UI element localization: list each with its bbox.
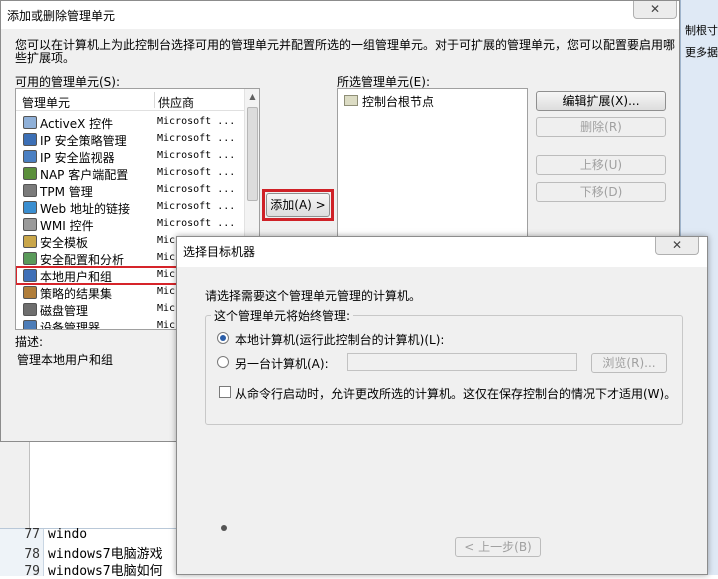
background-window-text: 更多据	[685, 46, 718, 59]
column-header-name[interactable]: 管理单元	[22, 94, 70, 111]
security-template-icon	[23, 235, 37, 248]
snapin-row[interactable]: ActiveX 控件 Microsoft ...	[16, 114, 244, 131]
activex-icon	[23, 116, 37, 129]
editor-line: 77 windo	[0, 527, 87, 544]
back-button[interactable]: < 上一步(B)	[455, 537, 541, 557]
move-up-button[interactable]: 上移(U)	[536, 155, 666, 175]
users-icon	[23, 269, 37, 282]
choose-target-machine-dialog: 选择目标机器 ✕ 请选择需要这个管理单元管理的计算机。 这个管理单元将始终管理:…	[176, 236, 708, 575]
background-editor: 77 windo 78 windows7电脑游戏 79 windows7电脑如何	[0, 527, 180, 579]
another-computer-label[interactable]: 另一台计算机(A):	[235, 355, 329, 372]
computer-name-input[interactable]	[347, 353, 577, 371]
snapin-vendor: Mic	[157, 303, 176, 314]
local-computer-label[interactable]: 本地计算机(运行此控制台的计算机)(L):	[235, 331, 444, 348]
close-button[interactable]: ✕	[655, 237, 699, 255]
browse-button[interactable]: 浏览(R)...	[591, 353, 667, 373]
remove-button[interactable]: 删除(R)	[536, 117, 666, 137]
scroll-up-icon[interactable]: ▲	[247, 92, 258, 102]
snapin-name: 磁盘管理	[40, 304, 89, 318]
console-root-icon	[344, 95, 358, 106]
allow-change-label[interactable]: 从命令行启动时，允许更改所选的计算机。这仅在保存控制台的情况下才适用(W)。	[235, 385, 676, 402]
dialog-prompt: 请选择需要这个管理单元管理的计算机。	[205, 289, 422, 303]
snapin-vendor: Microsoft ...	[157, 201, 236, 212]
description-label: 描述:	[15, 335, 44, 349]
snapin-row[interactable]: NAP 客户端配置 Microsoft ...	[16, 165, 244, 182]
snapin-row[interactable]: TPM 管理 Microsoft ...	[16, 182, 244, 199]
snapin-row[interactable]: IP 安全监视器 Microsoft ...	[16, 148, 244, 165]
snapin-name: 安全配置和分析	[40, 253, 125, 267]
dialog-title: 选择目标机器	[183, 245, 256, 259]
snapin-vendor: Mic	[157, 269, 176, 280]
line-number: 77	[24, 527, 40, 542]
snapin-vendor: Microsoft ...	[157, 133, 236, 144]
snapin-row[interactable]: Web 地址的链接 Microsoft ...	[16, 199, 244, 216]
move-down-button[interactable]: 下移(D)	[536, 182, 666, 202]
close-icon: ✕	[671, 238, 683, 252]
background-window-text: 制根寸	[685, 24, 718, 37]
wmi-icon	[23, 218, 37, 231]
snapin-name: NAP 客户端配置	[40, 168, 129, 182]
snapin-name: TPM 管理	[40, 185, 93, 199]
list-header: 管理单元 供应商	[16, 89, 244, 111]
column-divider[interactable]	[154, 92, 155, 108]
tpm-icon	[23, 184, 37, 197]
snapin-row[interactable]: WMI 控件 Microsoft ...	[16, 216, 244, 233]
edit-extensions-button[interactable]: 编辑扩展(X)...	[536, 91, 666, 111]
snapin-vendor: Microsoft ...	[157, 184, 236, 195]
background-panel	[0, 440, 30, 530]
title-bar: 添加或删除管理单元 ✕	[1, 1, 679, 29]
snapin-vendor: Microsoft ...	[157, 116, 236, 127]
close-icon: ✕	[649, 2, 661, 16]
line-text: windows7电脑如何	[48, 564, 163, 579]
snapin-vendor: Microsoft ...	[157, 218, 236, 229]
item-label: 控制台根节点	[362, 95, 435, 109]
snapin-vendor: Microsoft ...	[157, 167, 236, 178]
ip-monitor-icon	[23, 150, 37, 163]
snapin-vendor: Mic	[157, 286, 176, 297]
snapin-vendor: Mic	[157, 252, 176, 263]
local-computer-radio[interactable]	[217, 332, 229, 344]
title-bar: 选择目标机器 ✕	[177, 237, 707, 267]
selected-snapins-list[interactable]: 控制台根节点	[337, 88, 528, 238]
snapin-name: 设备管理器	[40, 321, 101, 330]
editor-line: 78 windows7电脑游戏	[0, 543, 162, 562]
snapin-name: 策略的结果集	[40, 287, 113, 301]
dialog-description: 您可以在计算机上为此控制台选择可用的管理单元并配置所选的一组管理单元。对于可扩展…	[15, 38, 676, 65]
scroll-thumb[interactable]	[247, 107, 258, 201]
close-button[interactable]: ✕	[633, 1, 677, 19]
device-icon	[23, 320, 37, 329]
another-computer-radio[interactable]	[217, 356, 229, 368]
snapin-name: 本地用户和组	[40, 270, 113, 284]
snapin-row[interactable]: IP 安全策略管理 Microsoft ...	[16, 131, 244, 148]
snapin-vendor: Microsoft ...	[157, 150, 236, 161]
column-header-vendor[interactable]: 供应商	[158, 94, 194, 111]
snapin-name: WMI 控件	[40, 219, 94, 233]
group-title: 这个管理单元将始终管理:	[211, 307, 354, 324]
editor-line: 79 windows7电脑如何	[0, 560, 163, 579]
snapin-name: ActiveX 控件	[40, 117, 114, 131]
security-config-icon	[23, 252, 37, 265]
snapin-name: IP 安全策略管理	[40, 134, 127, 148]
rsop-icon	[23, 286, 37, 299]
snapin-name: Web 地址的链接	[40, 202, 130, 216]
snapin-vendor: Mic	[157, 320, 176, 330]
ip-policy-icon	[23, 133, 37, 146]
snapin-name: 安全模板	[40, 236, 89, 250]
add-button[interactable]: 添加(A) >	[266, 193, 330, 217]
line-number: 79	[24, 564, 40, 579]
list-item[interactable]: 控制台根节点	[338, 91, 566, 109]
line-text: windo	[48, 527, 88, 542]
snapin-vendor: Mic	[157, 235, 176, 246]
dialog-title: 添加或删除管理单元	[7, 9, 116, 23]
nap-icon	[23, 167, 37, 180]
wizard-step-dot	[221, 525, 227, 531]
snapin-name: IP 安全监视器	[40, 151, 115, 165]
web-link-icon	[23, 201, 37, 214]
allow-change-checkbox[interactable]	[219, 386, 231, 398]
add-button-highlight: 添加(A) >	[262, 189, 334, 221]
disk-icon	[23, 303, 37, 316]
description-text: 管理本地用户和组	[17, 353, 114, 367]
